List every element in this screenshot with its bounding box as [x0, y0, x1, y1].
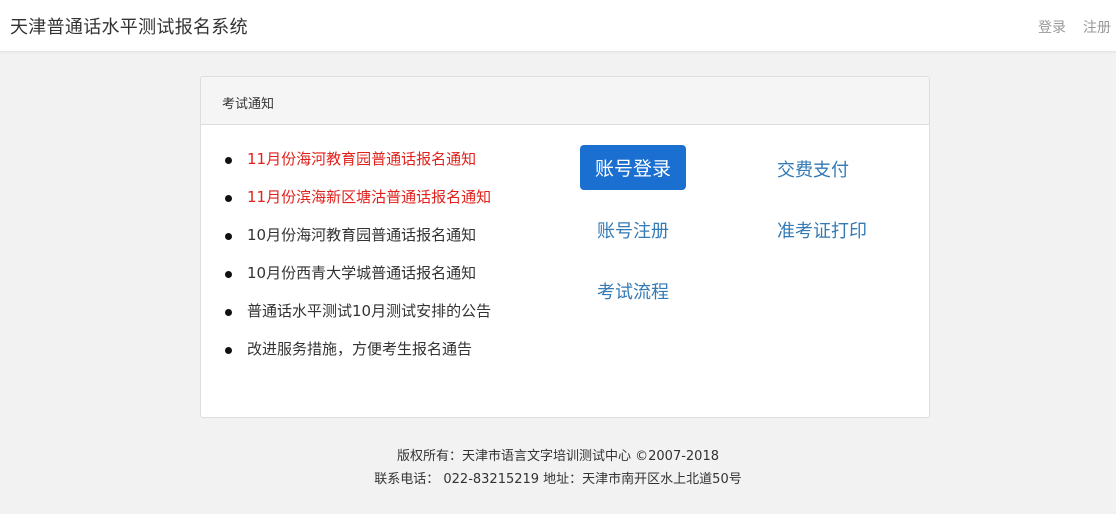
- panel-title: 考试通知: [222, 97, 275, 112]
- exam-process-link[interactable]: 考试流程: [597, 278, 669, 304]
- admit-card-print-link[interactable]: 准考证打印: [777, 217, 867, 243]
- account-register-link[interactable]: 账号注册: [597, 217, 669, 243]
- notice-link[interactable]: 10月份西青大学城普通话报名通知: [247, 262, 476, 283]
- account-login-button[interactable]: 账号登录: [580, 145, 686, 190]
- bullet-icon: [225, 309, 232, 316]
- footer-contact: 联系电话： 022-83215219 地址：天津市南开区水上北道50号: [374, 472, 742, 487]
- bullet-icon: [225, 157, 232, 164]
- notice-link[interactable]: 10月份海河教育园普通话报名通知: [247, 224, 476, 245]
- bullet-icon: [225, 271, 232, 278]
- top-navbar: 天津普通话水平测试报名系统 登录 注册: [0, 0, 1116, 52]
- footer-copyright: 版权所有：天津市语言文字培训测试中心 ©2007-2018: [397, 449, 719, 464]
- notice-link[interactable]: 普通话水平测试10月测试安排的公告: [247, 300, 491, 321]
- bullet-icon: [225, 347, 232, 354]
- bullet-icon: [225, 233, 232, 240]
- nav-register-link[interactable]: 注册: [1083, 17, 1111, 37]
- nav-login-link[interactable]: 登录: [1038, 17, 1066, 37]
- panel-header: 考试通知: [201, 77, 929, 125]
- payment-link[interactable]: 交费支付: [777, 156, 849, 182]
- notice-link[interactable]: 改进服务措施，方便考生报名通告: [247, 338, 472, 359]
- notice-link[interactable]: 11月份滨海新区塘沽普通话报名通知: [247, 186, 491, 207]
- exam-notice-panel: 考试通知 11月份海河教育园普通话报名通知 11月份滨海新区塘沽普通话报名通知 …: [200, 76, 930, 418]
- site-title[interactable]: 天津普通话水平测试报名系统: [10, 13, 248, 39]
- bullet-icon: [225, 195, 232, 202]
- notice-link[interactable]: 11月份海河教育园普通话报名通知: [247, 148, 476, 169]
